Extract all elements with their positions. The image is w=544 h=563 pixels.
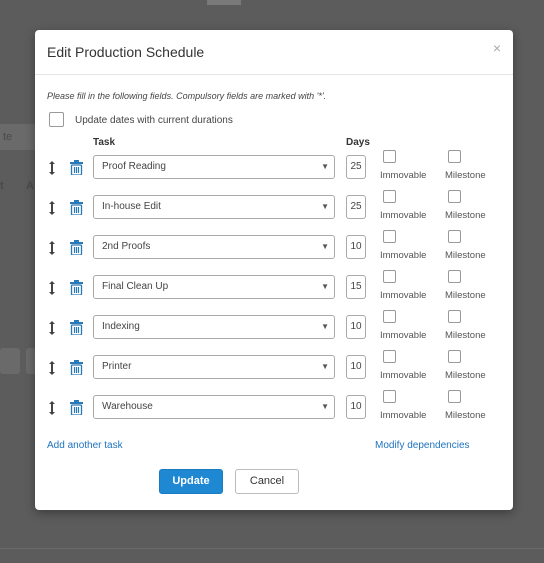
task-select[interactable]: Indexing ▼ (93, 315, 335, 339)
chevron-down-icon: ▼ (321, 402, 329, 411)
chevron-down-icon: ▼ (321, 202, 329, 211)
instructions-text: Please fill in the following fields. Com… (47, 91, 327, 101)
milestone-checkbox[interactable] (448, 230, 461, 243)
milestone-label: Milestone (445, 290, 486, 301)
chevron-down-icon: ▼ (321, 362, 329, 371)
milestone-label: Milestone (445, 330, 486, 341)
drag-handle-icon[interactable] (47, 361, 57, 375)
task-column-header: Task (93, 137, 116, 148)
trash-icon[interactable] (70, 400, 83, 415)
milestone-checkbox[interactable] (448, 270, 461, 283)
drag-handle-icon[interactable] (47, 161, 57, 175)
immovable-checkbox[interactable] (383, 310, 396, 323)
task-select[interactable]: 2nd Proofs ▼ (93, 235, 335, 259)
task-select-value: Indexing (102, 321, 140, 332)
cancel-button[interactable]: Cancel (235, 469, 299, 494)
task-select[interactable]: Printer ▼ (93, 355, 335, 379)
task-row: Warehouse ▼ 10 Immovable Milestone (35, 390, 513, 430)
chevron-down-icon: ▼ (321, 282, 329, 291)
dialog-title: Edit Production Schedule (47, 44, 205, 60)
chevron-down-icon: ▼ (321, 162, 329, 171)
milestone-checkbox[interactable] (448, 390, 461, 403)
immovable-checkbox[interactable] (383, 350, 396, 363)
milestone-label: Milestone (445, 170, 486, 181)
background-top-tab (207, 0, 241, 5)
immovable-checkbox[interactable] (383, 230, 396, 243)
milestone-label: Milestone (445, 370, 486, 381)
trash-icon[interactable] (70, 320, 83, 335)
drag-handle-icon[interactable] (47, 201, 57, 215)
trash-icon[interactable] (70, 240, 83, 255)
task-select[interactable]: In-house Edit ▼ (93, 195, 335, 219)
task-row: Proof Reading ▼ 25 Immovable Milestone (35, 150, 513, 190)
milestone-checkbox[interactable] (448, 190, 461, 203)
immovable-label: Immovable (380, 330, 427, 341)
background-column-text-1: t (0, 180, 4, 192)
update-dates-label: Update dates with current durations (75, 115, 233, 126)
task-select[interactable]: Final Clean Up ▼ (93, 275, 335, 299)
immovable-checkbox[interactable] (383, 190, 396, 203)
task-row: In-house Edit ▼ 25 Immovable Milestone (35, 190, 513, 230)
edit-schedule-dialog: Edit Production Schedule × Please fill i… (35, 30, 513, 510)
immovable-label: Immovable (380, 410, 427, 421)
modify-dependencies-link[interactable]: Modify dependencies (375, 440, 470, 451)
task-row: Indexing ▼ 10 Immovable Milestone (35, 310, 513, 350)
drag-handle-icon[interactable] (47, 241, 57, 255)
task-row: Printer ▼ 10 Immovable Milestone (35, 350, 513, 390)
days-input[interactable]: 10 (346, 395, 366, 419)
immovable-label: Immovable (380, 370, 427, 381)
chevron-down-icon: ▼ (321, 322, 329, 331)
header-divider (35, 74, 513, 75)
immovable-checkbox[interactable] (383, 390, 396, 403)
task-select-value: 2nd Proofs (102, 241, 151, 252)
immovable-label: Immovable (380, 250, 427, 261)
task-row: Final Clean Up ▼ 15 Immovable Milestone (35, 270, 513, 310)
immovable-label: Immovable (380, 210, 427, 221)
background-column-text-2: A (26, 180, 34, 192)
milestone-label: Milestone (445, 210, 486, 221)
milestone-checkbox[interactable] (448, 350, 461, 363)
task-select-value: Warehouse (102, 401, 153, 412)
days-input[interactable]: 10 (346, 355, 366, 379)
days-input[interactable]: 25 (346, 155, 366, 179)
task-select-value: In-house Edit (102, 201, 161, 212)
task-select-value: Printer (102, 361, 132, 372)
add-task-link[interactable]: Add another task (47, 440, 123, 451)
update-button[interactable]: Update (159, 469, 223, 494)
task-select-value: Proof Reading (102, 161, 166, 172)
background-button-left (0, 348, 20, 374)
task-select[interactable]: Warehouse ▼ (93, 395, 335, 419)
days-input[interactable]: 10 (346, 315, 366, 339)
days-input[interactable]: 15 (346, 275, 366, 299)
drag-handle-icon[interactable] (47, 281, 57, 295)
immovable-label: Immovable (380, 170, 427, 181)
chevron-down-icon: ▼ (321, 242, 329, 251)
trash-icon[interactable] (70, 160, 83, 175)
days-column-header: Days (346, 137, 370, 148)
immovable-checkbox[interactable] (383, 150, 396, 163)
task-select-value: Final Clean Up (102, 281, 169, 292)
drag-handle-icon[interactable] (47, 401, 57, 415)
trash-icon[interactable] (70, 200, 83, 215)
immovable-label: Immovable (380, 290, 427, 301)
days-input[interactable]: 10 (346, 235, 366, 259)
update-dates-checkbox[interactable] (49, 112, 64, 127)
milestone-checkbox[interactable] (448, 310, 461, 323)
task-row: 2nd Proofs ▼ 10 Immovable Milestone (35, 230, 513, 270)
trash-icon[interactable] (70, 360, 83, 375)
task-select[interactable]: Proof Reading ▼ (93, 155, 335, 179)
immovable-checkbox[interactable] (383, 270, 396, 283)
days-input[interactable]: 25 (346, 195, 366, 219)
trash-icon[interactable] (70, 280, 83, 295)
close-icon[interactable]: × (493, 40, 501, 56)
background-input-text: te (3, 131, 13, 143)
milestone-label: Milestone (445, 410, 486, 421)
background-divider (0, 548, 544, 549)
milestone-checkbox[interactable] (448, 150, 461, 163)
drag-handle-icon[interactable] (47, 321, 57, 335)
milestone-label: Milestone (445, 250, 486, 261)
